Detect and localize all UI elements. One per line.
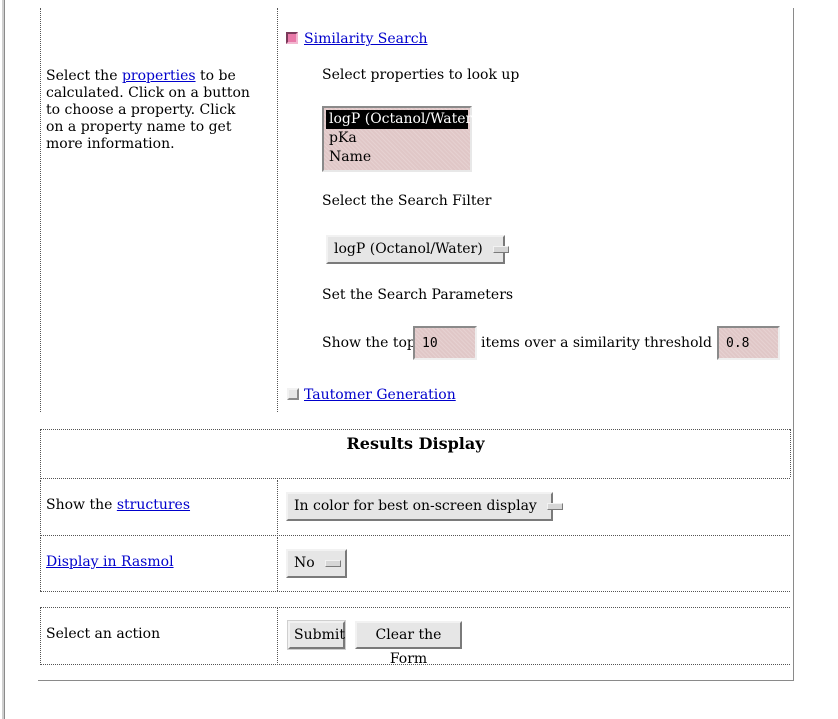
similarity-search-link[interactable]: Similarity Search xyxy=(304,31,428,47)
grid-line xyxy=(277,480,278,534)
structures-label: Show the structures xyxy=(46,497,190,513)
grid-line xyxy=(40,591,790,592)
threshold-label: items over a similarity threshold of xyxy=(481,335,731,351)
grid-line xyxy=(40,480,41,534)
property-option-name[interactable]: Name xyxy=(326,148,468,167)
grid-line xyxy=(277,8,278,412)
table-right-border xyxy=(793,8,794,680)
grid-line xyxy=(277,537,278,591)
dropdown-indicator-icon xyxy=(324,559,341,567)
clear-form-button[interactable]: Clear the Form xyxy=(355,621,462,667)
structures-label-text: Show the xyxy=(46,497,117,513)
threshold-input[interactable]: 0.8 xyxy=(717,326,780,360)
tautomer-checkbox[interactable] xyxy=(287,388,299,400)
filter-select-value: logP (Octanol/Water) xyxy=(334,241,483,257)
results-heading: Results Display xyxy=(346,434,485,453)
grid-line xyxy=(790,429,791,477)
top-count-input[interactable]: 10 xyxy=(413,326,477,360)
dropdown-indicator-icon xyxy=(546,502,563,510)
rasmol-select-value: No xyxy=(294,555,315,571)
window-edge-inner xyxy=(4,0,5,719)
action-label: Select an action xyxy=(46,626,161,642)
intro-text-start: Select the xyxy=(46,68,122,84)
grid-line xyxy=(277,607,278,663)
grid-line xyxy=(40,8,41,412)
rasmol-select[interactable]: No xyxy=(286,549,347,578)
grid-line xyxy=(40,607,41,663)
submit-button[interactable]: Submit xyxy=(288,621,345,649)
table-bottom-border xyxy=(38,680,794,681)
grid-line xyxy=(40,607,790,608)
params-label: Set the Search Parameters xyxy=(322,287,514,303)
structures-select[interactable]: In color for best on-screen display xyxy=(286,492,563,521)
structures-select-value: In color for best on-screen display xyxy=(294,498,537,514)
grid-line xyxy=(40,535,790,536)
show-top-label: Show the top xyxy=(322,335,416,351)
properties-link[interactable]: properties xyxy=(122,68,196,84)
property-listbox[interactable]: logP (Octanol/Water) pKa Name xyxy=(322,106,478,172)
similarity-checkbox[interactable] xyxy=(286,32,298,44)
grid-line xyxy=(40,537,41,591)
rasmol-link[interactable]: Display in Rasmol xyxy=(46,554,174,570)
property-option-pka[interactable]: pKa xyxy=(326,129,468,148)
tautomer-generation-link[interactable]: Tautomer Generation xyxy=(304,387,456,403)
filter-select[interactable]: logP (Octanol/Water) xyxy=(326,235,509,264)
dropdown-indicator-icon xyxy=(492,245,509,253)
filter-label: Select the Search Filter xyxy=(322,193,492,209)
grid-line xyxy=(40,429,790,430)
grid-line xyxy=(40,478,790,479)
lookup-label: Select properties to look up xyxy=(322,67,520,83)
property-option-logp[interactable]: logP (Octanol/Water) xyxy=(326,110,478,129)
structures-link[interactable]: structures xyxy=(117,497,190,513)
intro-text: Select the properties to be calculated. … xyxy=(46,68,256,153)
